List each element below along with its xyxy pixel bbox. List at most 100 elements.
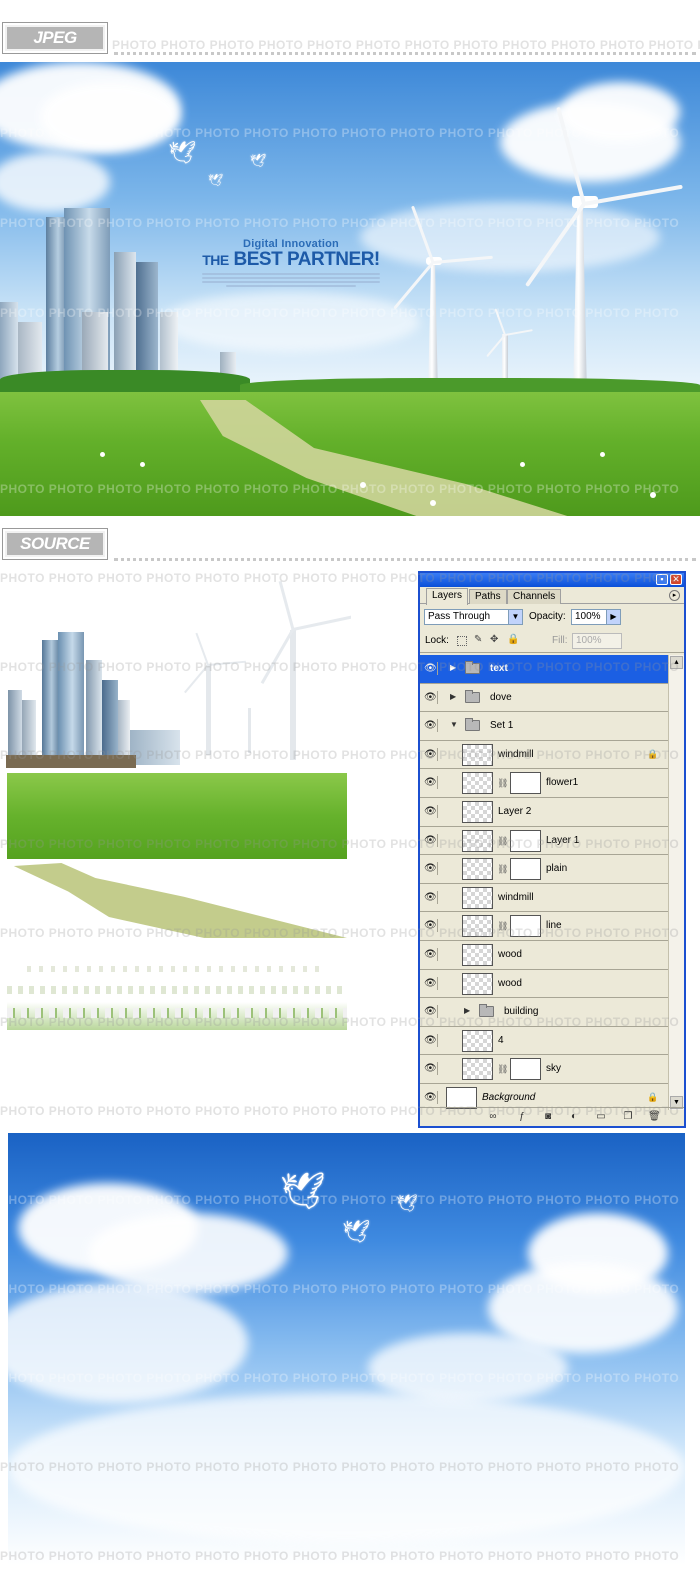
chevron-right-icon[interactable]: ▶ xyxy=(450,692,456,702)
cloud xyxy=(560,82,680,142)
eye-icon[interactable]: 👁 xyxy=(424,1062,438,1076)
adjustment-layer-icon[interactable]: ◐ xyxy=(568,1111,580,1123)
chain-link-icon[interactable]: ⛓ xyxy=(497,921,508,931)
panel-menu-icon[interactable]: ▸ xyxy=(669,590,680,601)
chain-link-icon[interactable]: ⛓ xyxy=(497,864,508,874)
trash-icon[interactable]: 🗑 xyxy=(648,1111,661,1123)
layer-name: Set 1 xyxy=(490,720,514,732)
layer-row[interactable]: 👁 Layer 2 xyxy=(420,798,670,827)
lock-transparency-icon[interactable] xyxy=(457,636,467,646)
layer-row[interactable]: 👁 ⛓ line xyxy=(420,912,670,941)
grass-field xyxy=(0,392,700,516)
layer-mask-thumbnail[interactable] xyxy=(510,1058,541,1081)
eye-icon[interactable]: 👁 xyxy=(424,1033,438,1047)
hero-title-main: BEST PARTNER! xyxy=(233,249,381,270)
layer-row[interactable]: 👁 ▼ Set 1 xyxy=(420,712,670,741)
tab-channels[interactable]: Channels xyxy=(507,589,562,604)
layer-name: plain xyxy=(546,863,568,875)
panel-titlebar: ▪ ✕ xyxy=(420,573,684,587)
cloud xyxy=(160,292,420,352)
fill-input[interactable]: 100% xyxy=(572,633,622,649)
layer-thumbnail xyxy=(446,1087,477,1109)
cloud xyxy=(368,1333,568,1403)
chevron-right-icon[interactable]: ▶ xyxy=(450,663,456,673)
tab-layers[interactable]: Layers xyxy=(426,588,469,605)
minimize-button[interactable]: ▪ xyxy=(656,574,668,585)
layer-thumbnail xyxy=(462,743,493,766)
lock-pixels-icon[interactable]: ✎ xyxy=(474,635,484,645)
fill-value: 100% xyxy=(576,635,602,646)
layer-row[interactable]: 👁 ▶ building xyxy=(420,998,670,1027)
blend-mode-select[interactable]: Pass Through ▼ xyxy=(424,609,523,625)
layer-mask-thumbnail[interactable] xyxy=(510,858,541,881)
chain-link-icon[interactable]: ⛓ xyxy=(497,778,508,788)
layer-row[interactable]: 👁 wood xyxy=(420,970,670,999)
scroll-up-icon[interactable]: ▲ xyxy=(670,656,683,669)
opacity-input[interactable]: 100% ▶ xyxy=(571,609,621,625)
close-button[interactable]: ✕ xyxy=(670,574,682,585)
layer-row[interactable]: 👁 ▶ dove xyxy=(420,684,670,713)
eye-icon[interactable]: 👁 xyxy=(424,719,438,733)
eye-icon[interactable]: 👁 xyxy=(424,919,438,933)
source-flowers xyxy=(7,952,347,1030)
layer-list-scrollbar[interactable]: ▲ ▼ xyxy=(668,655,684,1110)
layer-thumbnail xyxy=(462,801,493,823)
tab-paths[interactable]: Paths xyxy=(469,589,507,604)
layer-row[interactable]: 👁 windmill 🔒 xyxy=(420,741,670,770)
lock-all-icon[interactable]: 🔒 xyxy=(507,635,519,645)
source-section-tag: SOURCE xyxy=(2,528,108,560)
dove-icon: 🕊 xyxy=(208,173,224,187)
layer-row[interactable]: 👁 ▶ text xyxy=(420,655,670,684)
eye-icon[interactable]: 👁 xyxy=(424,1091,438,1104)
tree-line xyxy=(0,370,250,394)
dove-icon: 🕊 xyxy=(280,1170,326,1211)
eye-icon[interactable]: 👁 xyxy=(424,948,438,961)
hero-title: THE BEST PARTNER! xyxy=(196,250,386,270)
layer-thumbnail xyxy=(462,1029,493,1052)
chain-link-icon[interactable]: ⛓ xyxy=(497,836,508,846)
layer-mask-thumbnail[interactable] xyxy=(510,829,541,852)
layer-thumbnail xyxy=(462,772,493,795)
lock-position-icon[interactable]: ✥ xyxy=(490,635,500,645)
eye-icon[interactable]: 👁 xyxy=(424,976,438,990)
opacity-label: Opacity: xyxy=(529,611,566,622)
eye-icon[interactable]: 👁 xyxy=(424,776,438,790)
chevron-down-icon: ▼ xyxy=(508,610,522,624)
layer-row[interactable]: 👁 wood xyxy=(420,941,670,970)
layer-style-icon[interactable]: ƒ xyxy=(516,1111,528,1123)
opacity-value: 100% xyxy=(575,611,601,622)
eye-icon[interactable]: 👁 xyxy=(424,747,438,761)
chain-link-icon[interactable]: ⛓ xyxy=(497,1064,508,1074)
add-mask-icon[interactable]: ◙ xyxy=(542,1111,554,1123)
layer-thumbnail xyxy=(462,858,493,881)
new-layer-icon[interactable]: ❐ xyxy=(622,1111,634,1123)
chevron-down-icon[interactable]: ▼ xyxy=(450,720,458,730)
link-layers-icon[interactable]: ∞ xyxy=(487,1111,499,1123)
layer-row[interactable]: 👁 ⛓ flower1 xyxy=(420,769,670,798)
section-divider xyxy=(114,52,696,55)
chevron-right-icon[interactable]: ▶ xyxy=(464,1006,470,1016)
hero-headline: Digital Innovation THE BEST PARTNER! xyxy=(196,238,386,289)
eye-icon[interactable]: 👁 xyxy=(424,805,438,818)
layer-mask-thumbnail[interactable] xyxy=(510,772,541,795)
layer-row[interactable]: 👁 4 xyxy=(420,1027,670,1056)
layer-mask-thumbnail[interactable] xyxy=(510,915,541,938)
layer-row[interactable]: 👁 windmill xyxy=(420,884,670,913)
source-grass xyxy=(7,773,347,859)
new-group-icon[interactable]: ▭ xyxy=(595,1111,607,1123)
eye-icon[interactable]: 👁 xyxy=(424,833,438,847)
layer-row[interactable]: 👁 ⛓ Layer 1 xyxy=(420,827,670,856)
panel-tabs: Layers Paths Channels ▸ xyxy=(420,587,684,605)
eye-icon[interactable]: 👁 xyxy=(424,1005,438,1019)
eye-icon[interactable]: 👁 xyxy=(424,890,438,904)
folder-icon xyxy=(465,661,480,674)
dove-icon: 🕊 xyxy=(250,153,267,168)
layer-name: windmill xyxy=(498,748,534,760)
eye-icon[interactable]: 👁 xyxy=(424,690,438,704)
lock-fill-row: Lock: ✎ ✥ 🔒 Fill: 100% xyxy=(420,630,684,653)
eye-icon[interactable]: 👁 xyxy=(424,862,438,876)
layer-row[interactable]: 👁 ⛓ sky xyxy=(420,1055,670,1084)
eye-icon[interactable]: 👁 xyxy=(424,662,438,675)
source-path xyxy=(7,863,347,938)
layer-row[interactable]: 👁 ⛓ plain xyxy=(420,855,670,884)
